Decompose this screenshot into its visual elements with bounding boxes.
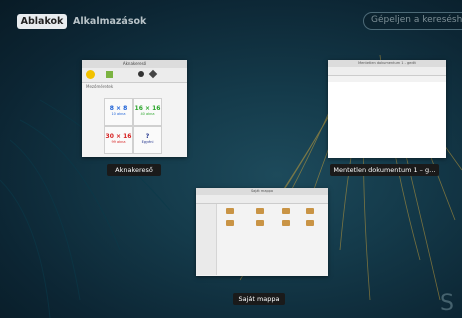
toolbar xyxy=(82,68,187,83)
window-caption-files: Saját mappa xyxy=(233,293,285,305)
folder-icon[interactable] xyxy=(282,208,290,214)
watermark-glyph: S xyxy=(440,291,454,316)
tab-windows[interactable]: Ablakok xyxy=(17,14,67,29)
settings-icon xyxy=(148,69,158,79)
size-option-medium[interactable]: 16 × 16 40 akna xyxy=(133,98,162,126)
desktop-overview: S Ablakok Alkalmazások Gépeljen a keresé… xyxy=(0,0,462,318)
folder-icon[interactable] xyxy=(306,220,314,226)
window-thumbnail-gedit[interactable]: Mentetlen dokumentum 1 - gedit xyxy=(328,60,446,158)
folder-icon[interactable] xyxy=(226,208,234,214)
window-caption-gedit: Mentetlen dokumentum 1 – g… xyxy=(330,164,439,176)
toolbar xyxy=(196,195,328,204)
mine-icon xyxy=(138,71,144,77)
section-label: Mezőméretek xyxy=(86,84,114,89)
smiley-icon xyxy=(86,70,95,79)
size-option-custom[interactable]: ? Egyéni xyxy=(133,126,162,154)
window-thumbnail-minesweeper[interactable]: Aknakereső Mezőméretek 8 × 8 10 akna 16 ×… xyxy=(82,60,187,157)
folder-icon[interactable] xyxy=(306,208,314,214)
search-input[interactable]: Gépeljen a kereséshez… xyxy=(363,12,462,30)
folder-icon[interactable] xyxy=(282,220,290,226)
window-titlebar: Aknakereső xyxy=(82,60,187,68)
window-titlebar: Mentetlen dokumentum 1 - gedit xyxy=(328,60,446,67)
sidebar xyxy=(196,204,217,275)
flag-icon xyxy=(106,71,113,78)
size-grid: 8 × 8 10 akna 16 × 16 40 akna 30 × 16 99 ak… xyxy=(104,98,162,154)
size-option-small[interactable]: 8 × 8 10 akna xyxy=(104,98,133,126)
window-titlebar: Saját mappa xyxy=(196,188,328,195)
size-option-large[interactable]: 30 × 16 99 akna xyxy=(104,126,133,154)
text-area[interactable] xyxy=(328,82,446,158)
window-caption-minesweeper: Aknakereső xyxy=(107,164,161,176)
folder-icon[interactable] xyxy=(256,220,264,226)
folder-icon[interactable] xyxy=(256,208,264,214)
window-thumbnail-files[interactable]: Saját mappa xyxy=(196,188,328,276)
toolbar xyxy=(328,67,446,76)
folder-icon[interactable] xyxy=(226,220,234,226)
tab-applications[interactable]: Alkalmazások xyxy=(73,14,146,29)
search-placeholder: Gépeljen a kereséshez… xyxy=(371,15,462,25)
